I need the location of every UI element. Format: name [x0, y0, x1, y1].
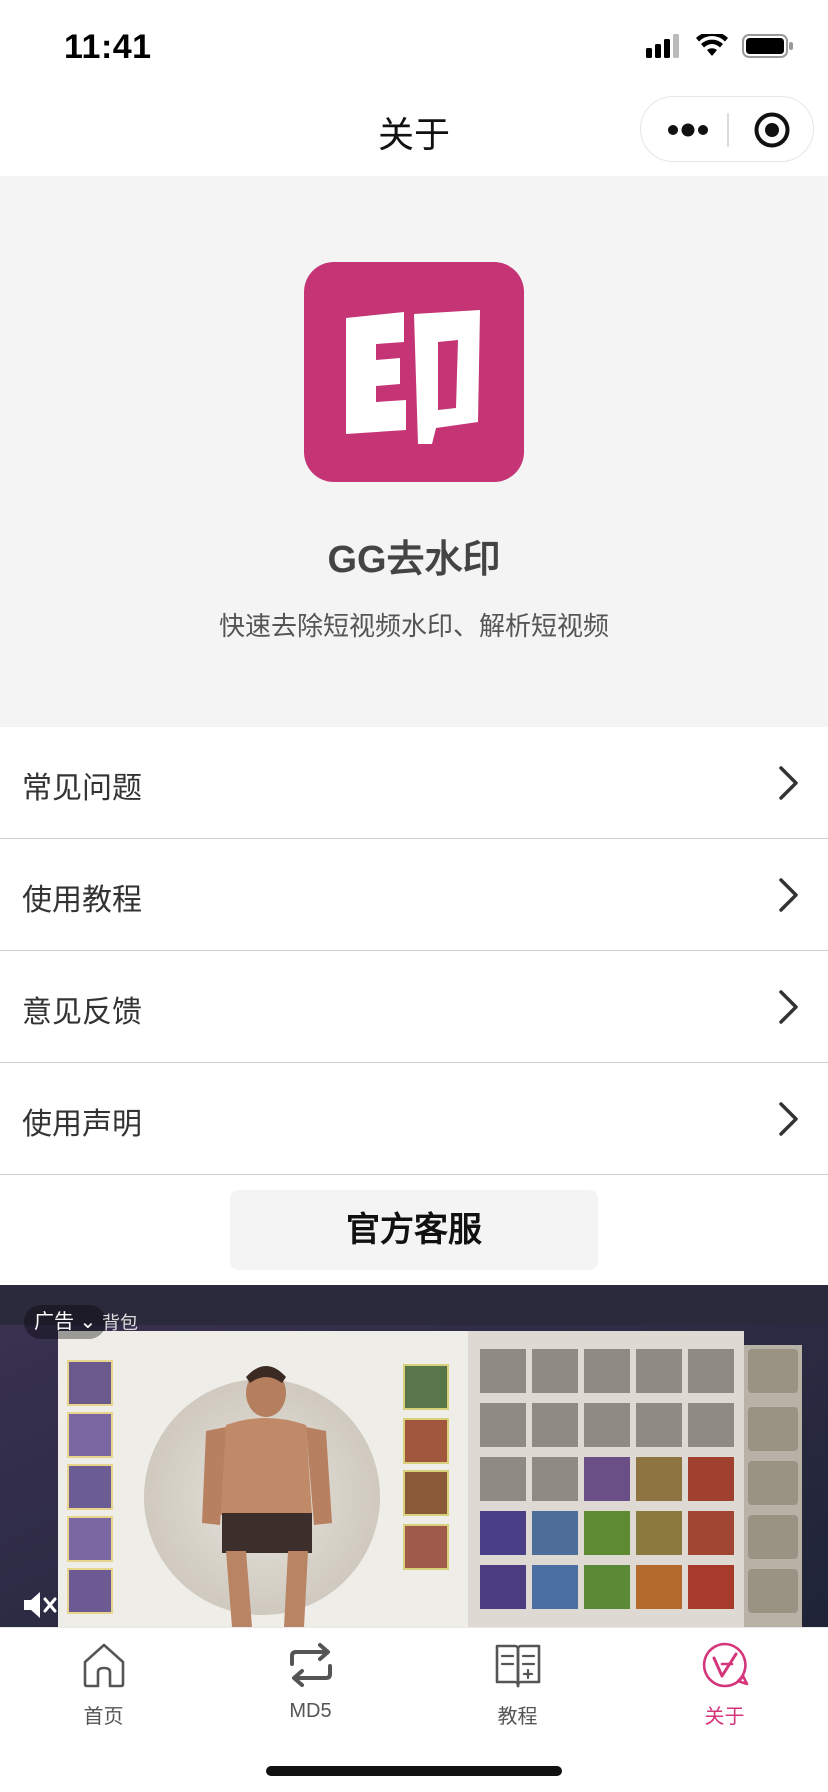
tab-label: MD5 [289, 1700, 332, 1722]
tab-md5[interactable]: MD5 [207, 1628, 414, 1738]
status-bar: 11:41 [0, 0, 828, 88]
navigation-bar: 关于 [0, 88, 828, 176]
status-time: 11:41 [64, 28, 152, 66]
app-description: 快速去除短视频水印、解析短视频 [218, 611, 609, 641]
chevron-right-icon [779, 878, 798, 912]
menu-item-feedback[interactable]: 意见反馈 [0, 951, 828, 1063]
menu-item-label: 意见反馈 [22, 996, 142, 1029]
app-info-section: GG去水印 快速去除短视频水印、解析短视频 [0, 176, 828, 727]
menu-item-faq[interactable]: 常见问题 [0, 727, 828, 839]
customer-service-button[interactable]: 官方客服 [230, 1190, 598, 1270]
tab-label: 首页 [83, 1706, 124, 1728]
close-miniprogram-icon[interactable] [753, 111, 791, 149]
logo-glyph-icon [346, 310, 480, 444]
menu-item-label: 使用教程 [22, 884, 142, 917]
ad-badge[interactable]: 广告 ⌄ [24, 1305, 107, 1339]
chevron-right-icon [779, 1102, 798, 1136]
mute-icon[interactable] [22, 1589, 58, 1621]
ad-badge-label: 广告 [34, 1311, 74, 1333]
cellular-signal-icon [646, 34, 679, 58]
about-icon [702, 1642, 749, 1688]
menu-item-label: 常见问题 [22, 772, 142, 805]
ad-bag-label: 背包 [102, 1313, 138, 1333]
home-indicator [266, 1766, 562, 1776]
tab-label: 教程 [497, 1706, 538, 1728]
app-logo [304, 262, 524, 482]
more-icon[interactable] [665, 119, 711, 141]
repeat-icon [290, 1643, 332, 1687]
tab-home[interactable]: 首页 [0, 1628, 207, 1738]
chevron-right-icon [779, 766, 798, 800]
tab-label: 关于 [704, 1706, 745, 1728]
menu-item-tutorial[interactable]: 使用教程 [0, 839, 828, 951]
tab-tutorial[interactable]: 教程 [414, 1628, 621, 1738]
menu-item-label: 使用声明 [22, 1108, 142, 1141]
app-name: GG去水印 [327, 539, 501, 581]
menu-item-disclaimer[interactable]: 使用声明 [0, 1063, 828, 1175]
tab-about[interactable]: 关于 [621, 1628, 828, 1738]
settings-menu: 常见问题 使用教程 意见反馈 使用声明 [0, 727, 828, 1175]
book-icon [495, 1644, 541, 1688]
miniprogram-capsule [640, 96, 814, 162]
chevron-right-icon [779, 990, 798, 1024]
status-icons [646, 34, 794, 58]
battery-icon [742, 34, 793, 58]
wifi-icon [696, 34, 728, 56]
ad-game-scene [0, 1285, 828, 1627]
home-icon [83, 1643, 125, 1688]
capsule-divider [727, 113, 729, 147]
ad-banner[interactable]: 广告 ⌄ 背包 [0, 1285, 828, 1627]
